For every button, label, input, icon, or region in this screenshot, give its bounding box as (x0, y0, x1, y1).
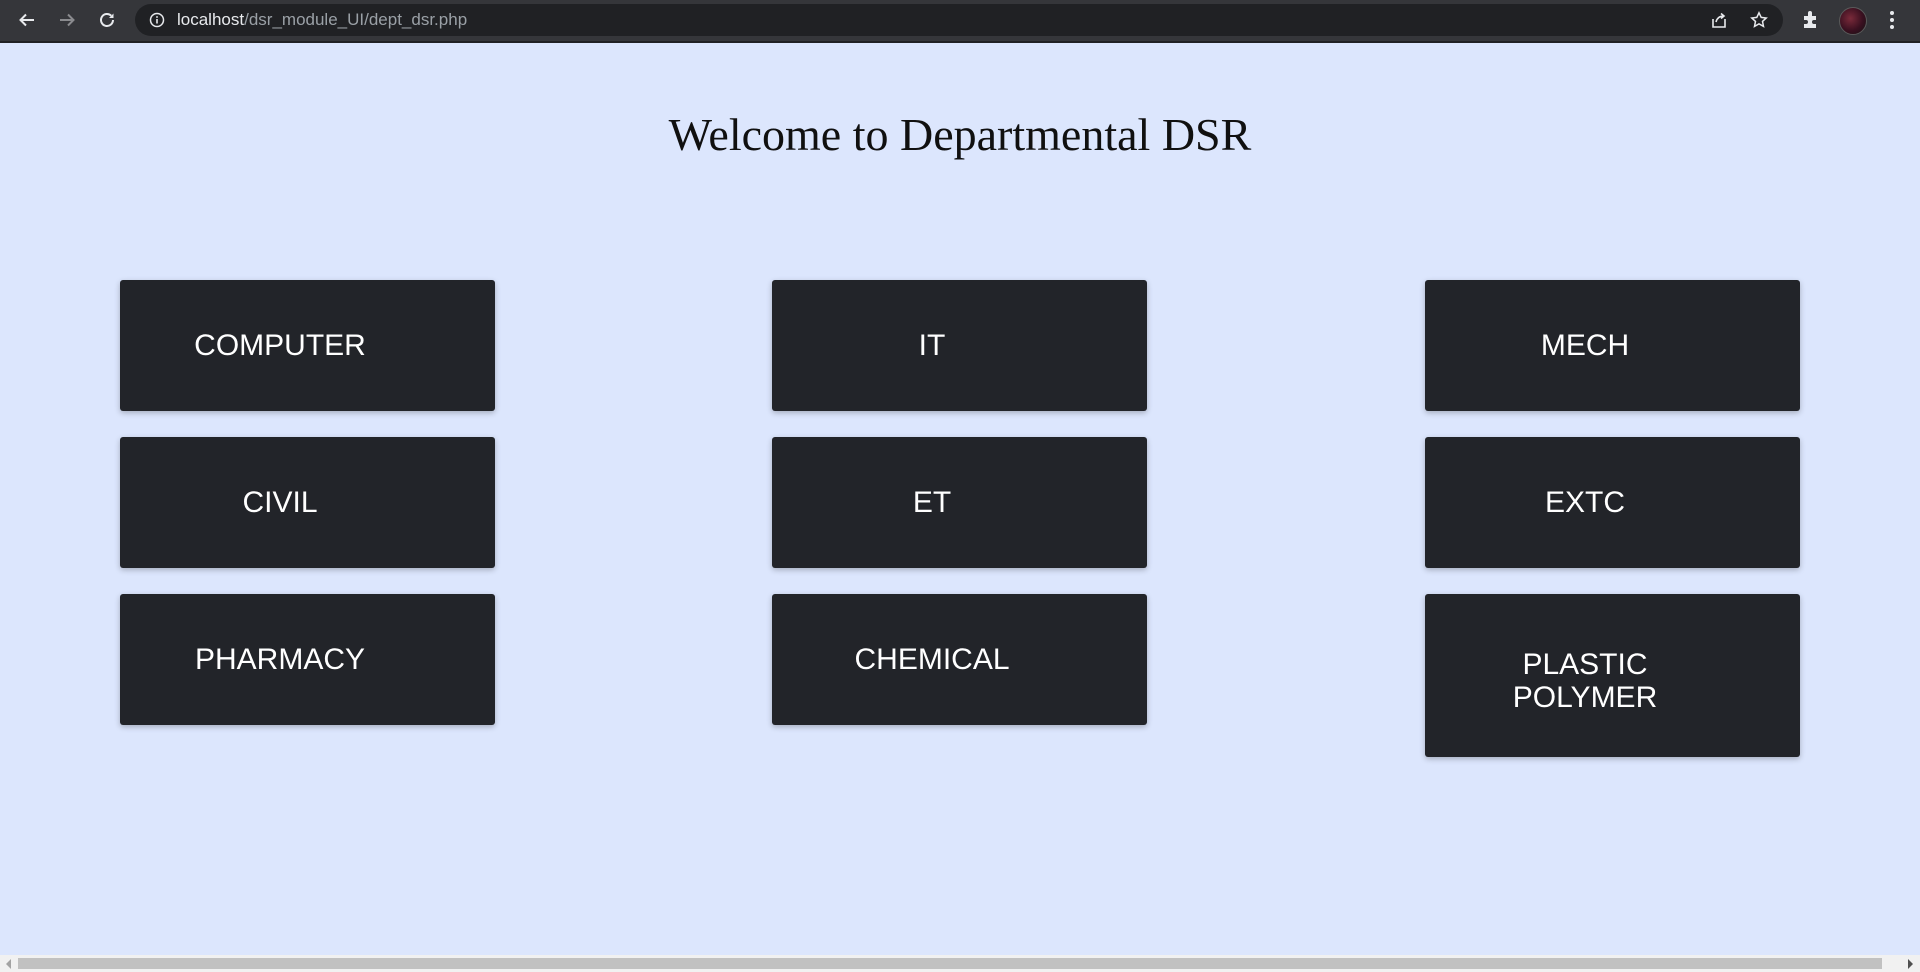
url-host: localhost (177, 10, 245, 29)
dept-button-label: CHEMICAL (854, 643, 1010, 676)
dept-button-label: MECH (1540, 329, 1630, 362)
reload-icon (100, 13, 114, 27)
arrow-right-icon (60, 13, 75, 27)
page-title: Welcome to Departmental DSR (668, 109, 1252, 160)
dept-button-plastic-polymer[interactable]: PLASTIC POLYMER (1425, 594, 1800, 757)
dept-button-label: IT (918, 329, 946, 362)
address-bar[interactable]: localhost/dsr_module_UI/dept_dsr.php (135, 4, 1783, 36)
scroll-right-arrow-icon[interactable] (1908, 959, 1913, 969)
horizontal-scrollbar[interactable] (0, 955, 1920, 972)
profile-avatar[interactable] (1839, 7, 1867, 35)
dept-button-computer[interactable]: COMPUTER (120, 280, 495, 411)
extensions-puzzle-icon[interactable] (1800, 8, 1824, 32)
dept-button-label: EXTC (1544, 486, 1625, 519)
dept-button-label: ET (912, 486, 952, 519)
reload-button[interactable] (93, 6, 121, 34)
dept-button-label: CIVIL (242, 486, 318, 519)
dept-button-mech[interactable]: MECH (1425, 280, 1800, 411)
dept-button-pharmacy[interactable]: PHARMACY (120, 594, 495, 725)
share-icon[interactable] (1710, 11, 1728, 29)
scrollbar-thumb[interactable] (18, 958, 1882, 969)
dept-button-label: PLASTIC POLYMER (1512, 648, 1658, 714)
dept-button-it[interactable]: IT (772, 280, 1147, 411)
dept-button-et[interactable]: ET (772, 437, 1147, 568)
back-button[interactable] (13, 6, 41, 34)
dept-button-chemical[interactable]: CHEMICAL (772, 594, 1147, 725)
url-path: /dsr_module_UI/dept_dsr.php (244, 10, 468, 29)
info-icon[interactable] (149, 12, 165, 28)
url-text[interactable]: localhost/dsr_module_UI/dept_dsr.php (177, 4, 467, 36)
dept-button-extc[interactable]: EXTC (1425, 437, 1800, 568)
dept-button-label: COMPUTER (194, 329, 366, 362)
scroll-left-arrow-icon[interactable] (6, 959, 11, 969)
arrow-left-icon (19, 13, 34, 27)
dept-button-civil[interactable]: CIVIL (120, 437, 495, 568)
kebab-menu-icon[interactable] (1880, 8, 1904, 32)
bookmark-star-icon[interactable] (1750, 11, 1768, 29)
dept-button-label: PHARMACY (194, 643, 366, 676)
browser-toolbar: localhost/dsr_module_UI/dept_dsr.php (0, 0, 1920, 43)
forward-button[interactable] (53, 6, 81, 34)
